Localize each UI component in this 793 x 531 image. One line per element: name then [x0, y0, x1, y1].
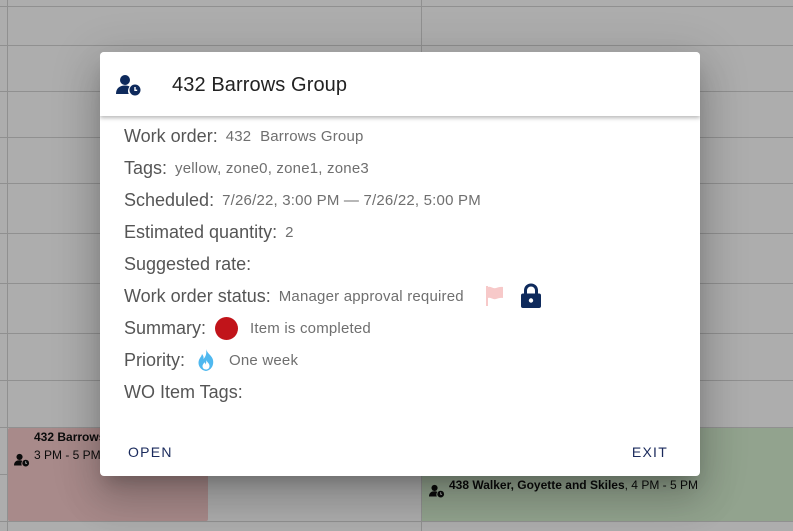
work-order-row: Work order: 432 Barrows Group: [124, 120, 684, 152]
scheduled-row: Scheduled: 7/26/22, 3:00 PM — 7/26/22, 5…: [124, 184, 684, 216]
wo-item-tags-row: WO Item Tags:: [124, 376, 684, 408]
exit-button[interactable]: EXIT: [624, 434, 676, 470]
tags-row: Tags: yellow, zone0, zone1, zone3: [124, 152, 684, 184]
work-order-label: Work order:: [124, 125, 218, 146]
flag-icon[interactable]: [482, 284, 506, 308]
wo-item-tags-label: WO Item Tags:: [124, 381, 243, 402]
work-order-dialog: 432 Barrows Group Work order: 432 Barrow…: [100, 52, 700, 476]
suggested-rate-row: Suggested rate:: [124, 248, 684, 280]
user-clock-icon: [116, 75, 141, 96]
lock-icon[interactable]: [520, 283, 542, 309]
dialog-header: 432 Barrows Group: [100, 52, 700, 116]
priority-label: Priority:: [124, 349, 186, 370]
summary-value: Item is completed: [250, 319, 371, 337]
work-order-value: 432 Barrows Group: [225, 127, 364, 145]
work-order-status-row: Work order status: Manager approval requ…: [124, 280, 684, 312]
dialog-body: Work order: 432 Barrows Group Tags: yell…: [124, 120, 684, 408]
status-dot-icon: [215, 316, 239, 340]
summary-row: Summary: Item is completed: [124, 312, 684, 344]
scheduled-label: Scheduled:: [124, 189, 215, 210]
suggested-rate-label: Suggested rate:: [124, 253, 252, 274]
open-button[interactable]: OPEN: [120, 434, 181, 470]
summary-label: Summary:: [124, 317, 207, 338]
estimated-quantity-value: 2: [285, 223, 294, 241]
priority-row: Priority: One week: [124, 344, 684, 376]
tags-label: Tags:: [124, 157, 168, 178]
work-order-status-value: Manager approval required: [278, 287, 464, 305]
dialog-title: 432 Barrows Group: [172, 74, 348, 96]
dialog-actions: OPEN EXIT: [100, 424, 700, 476]
tags-value: yellow, zone0, zone1, zone3: [175, 159, 369, 177]
estimated-quantity-row: Estimated quantity: 2: [124, 216, 684, 248]
scheduled-value: 7/26/22, 3:00 PM — 7/26/22, 5:00 PM: [222, 191, 481, 209]
fire-icon: [198, 349, 214, 371]
estimated-quantity-label: Estimated quantity:: [124, 221, 278, 242]
work-order-status-label: Work order status:: [124, 285, 271, 306]
priority-value: One week: [229, 351, 299, 369]
